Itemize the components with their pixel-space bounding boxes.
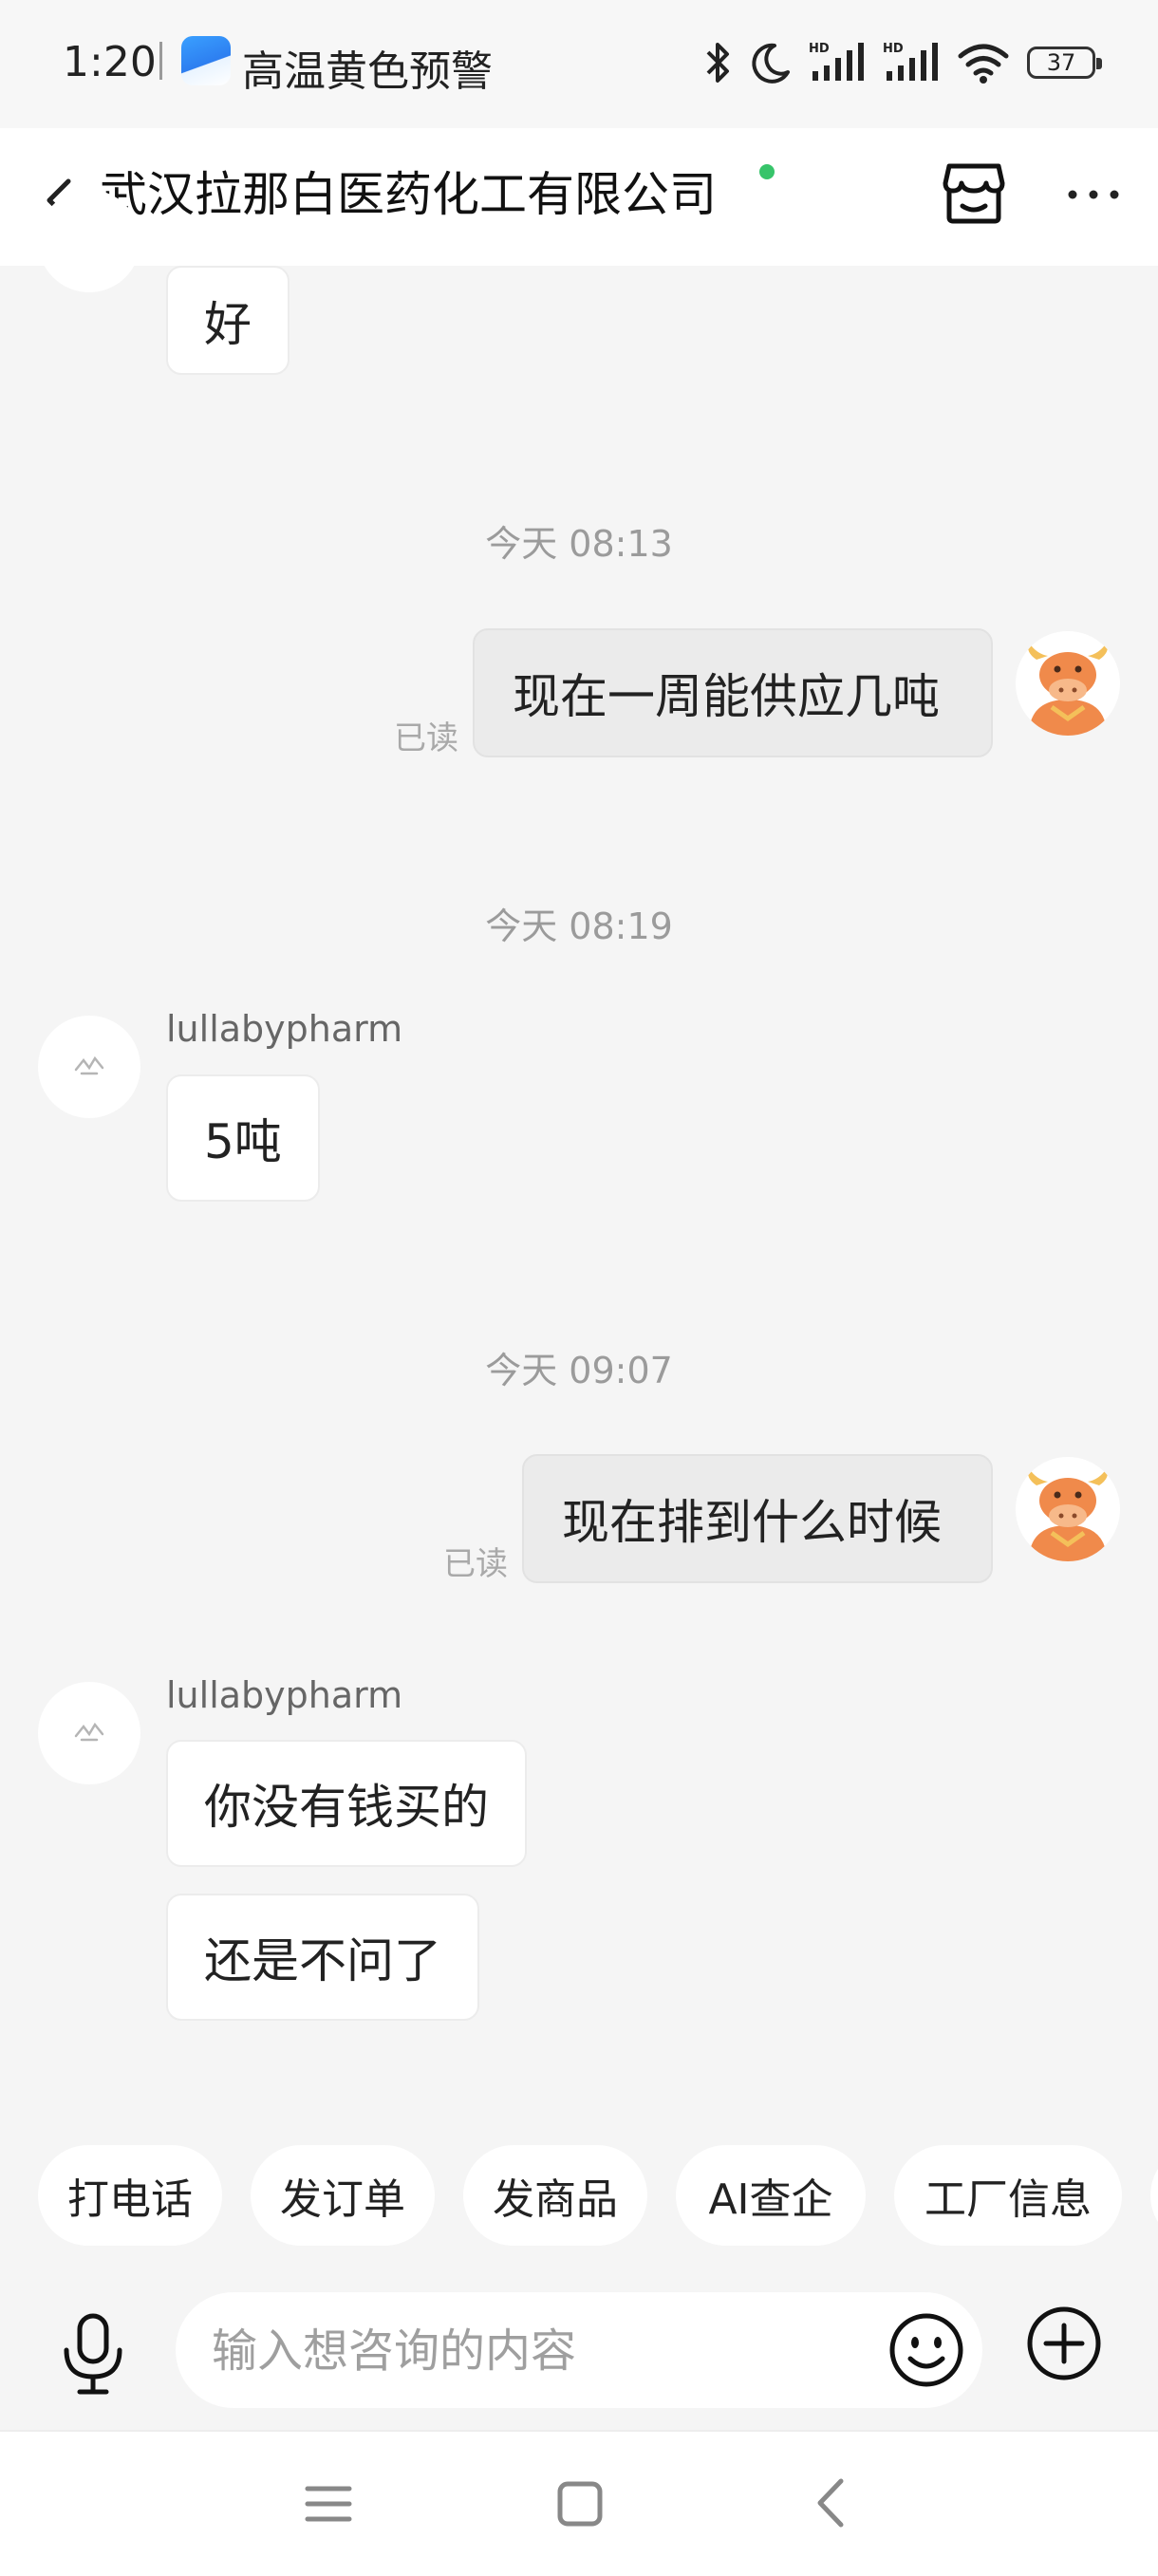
back-icon[interactable] xyxy=(807,2473,856,2532)
more-quick-action-button[interactable] xyxy=(1150,2145,1158,2246)
status-time: 1:20 xyxy=(63,38,157,86)
contact-avatar[interactable] xyxy=(38,1016,140,1118)
message-text: 还是不问了 xyxy=(204,1933,441,1988)
contact-logo-icon xyxy=(74,1722,104,1742)
message-bubble-incoming[interactable]: 好 xyxy=(166,266,290,375)
svg-text:HD: HD xyxy=(809,42,830,56)
chat-timestamp: 今天 08:13 xyxy=(485,523,673,565)
message-text: 好 xyxy=(204,296,252,352)
contact-avatar[interactable] xyxy=(38,190,140,292)
send-order-button[interactable]: 发订单 xyxy=(251,2145,435,2246)
status-icons: HD HD 37 xyxy=(704,34,1102,91)
status-separator xyxy=(159,42,162,80)
bluetooth-icon xyxy=(704,39,733,86)
send-product-button[interactable]: 发商品 xyxy=(463,2145,647,2246)
message-input[interactable] xyxy=(210,2292,859,2410)
user-avatar[interactable] xyxy=(1016,631,1120,736)
online-status-dot xyxy=(759,164,775,179)
sender-name: lullabypharm xyxy=(166,1674,403,1716)
chat-timestamp: 今天 09:07 xyxy=(485,1350,673,1391)
chat-message-list[interactable]: 好 今天 08:13 已读 现在一周能供应几吨 今天 08:19 lullaby… xyxy=(0,190,1158,2126)
system-nav-bar xyxy=(0,2430,1158,2576)
emoji-icon[interactable] xyxy=(887,2311,965,2389)
signal-hd-icon: HD xyxy=(809,39,866,86)
wifi-icon xyxy=(957,41,1010,84)
microphone-icon[interactable] xyxy=(57,2308,129,2399)
message-bubble-incoming[interactable]: 还是不问了 xyxy=(166,1894,479,2021)
message-input-wrapper xyxy=(176,2292,982,2410)
battery-icon: 37 xyxy=(1027,47,1102,79)
message-text: 5吨 xyxy=(204,1114,282,1169)
menu-icon[interactable] xyxy=(304,2479,353,2529)
weather-app-icon xyxy=(181,36,231,85)
quick-action-bar[interactable]: 打电话 发订单 发商品 AI查企 工厂信息 xyxy=(0,2136,1158,2249)
svg-text:HD: HD xyxy=(883,42,904,56)
sender-name: lullabypharm xyxy=(166,1008,403,1050)
contact-logo-icon xyxy=(74,1055,104,1075)
bull-avatar-icon xyxy=(1016,631,1120,736)
home-icon[interactable] xyxy=(555,2479,605,2529)
read-status: 已读 xyxy=(443,1545,508,1583)
moon-icon xyxy=(750,40,792,85)
store-icon[interactable] xyxy=(938,157,1010,229)
ai-company-check-button[interactable]: AI查企 xyxy=(676,2145,866,2246)
message-text: 现在排到什么时候 xyxy=(562,1495,942,1550)
more-icon[interactable] xyxy=(1063,176,1124,214)
plus-icon[interactable] xyxy=(1025,2305,1103,2382)
status-bar: 1:20 高温黄色预警 HD HD 37 xyxy=(0,0,1158,128)
message-text: 你没有钱买的 xyxy=(204,1780,489,1835)
message-text: 现在一周能供应几吨 xyxy=(513,669,940,724)
message-bubble-incoming[interactable]: 你没有钱买的 xyxy=(166,1740,527,1867)
message-input-bar xyxy=(0,2268,1158,2420)
weather-alert-text: 高温黄色预警 xyxy=(242,47,493,96)
message-bubble-outgoing[interactable]: 现在一周能供应几吨 xyxy=(473,628,993,757)
bull-avatar-icon xyxy=(1016,1457,1120,1561)
page-title: 武汉拉那白医药化工有限公司 xyxy=(100,167,717,222)
signal-hd-icon: HD xyxy=(883,39,940,86)
message-bubble-outgoing[interactable]: 现在排到什么时候 xyxy=(522,1454,993,1583)
chat-header: 武汉拉那白医药化工有限公司 xyxy=(0,128,1158,266)
contact-avatar[interactable] xyxy=(38,1682,140,1784)
user-avatar[interactable] xyxy=(1016,1457,1120,1561)
factory-info-button[interactable]: 工厂信息 xyxy=(894,2145,1122,2246)
call-button[interactable]: 打电话 xyxy=(38,2145,222,2246)
read-status: 已读 xyxy=(394,719,458,757)
message-bubble-incoming[interactable]: 5吨 xyxy=(166,1074,320,1202)
chat-timestamp: 今天 08:19 xyxy=(485,905,673,947)
battery-level: 37 xyxy=(1046,49,1076,76)
